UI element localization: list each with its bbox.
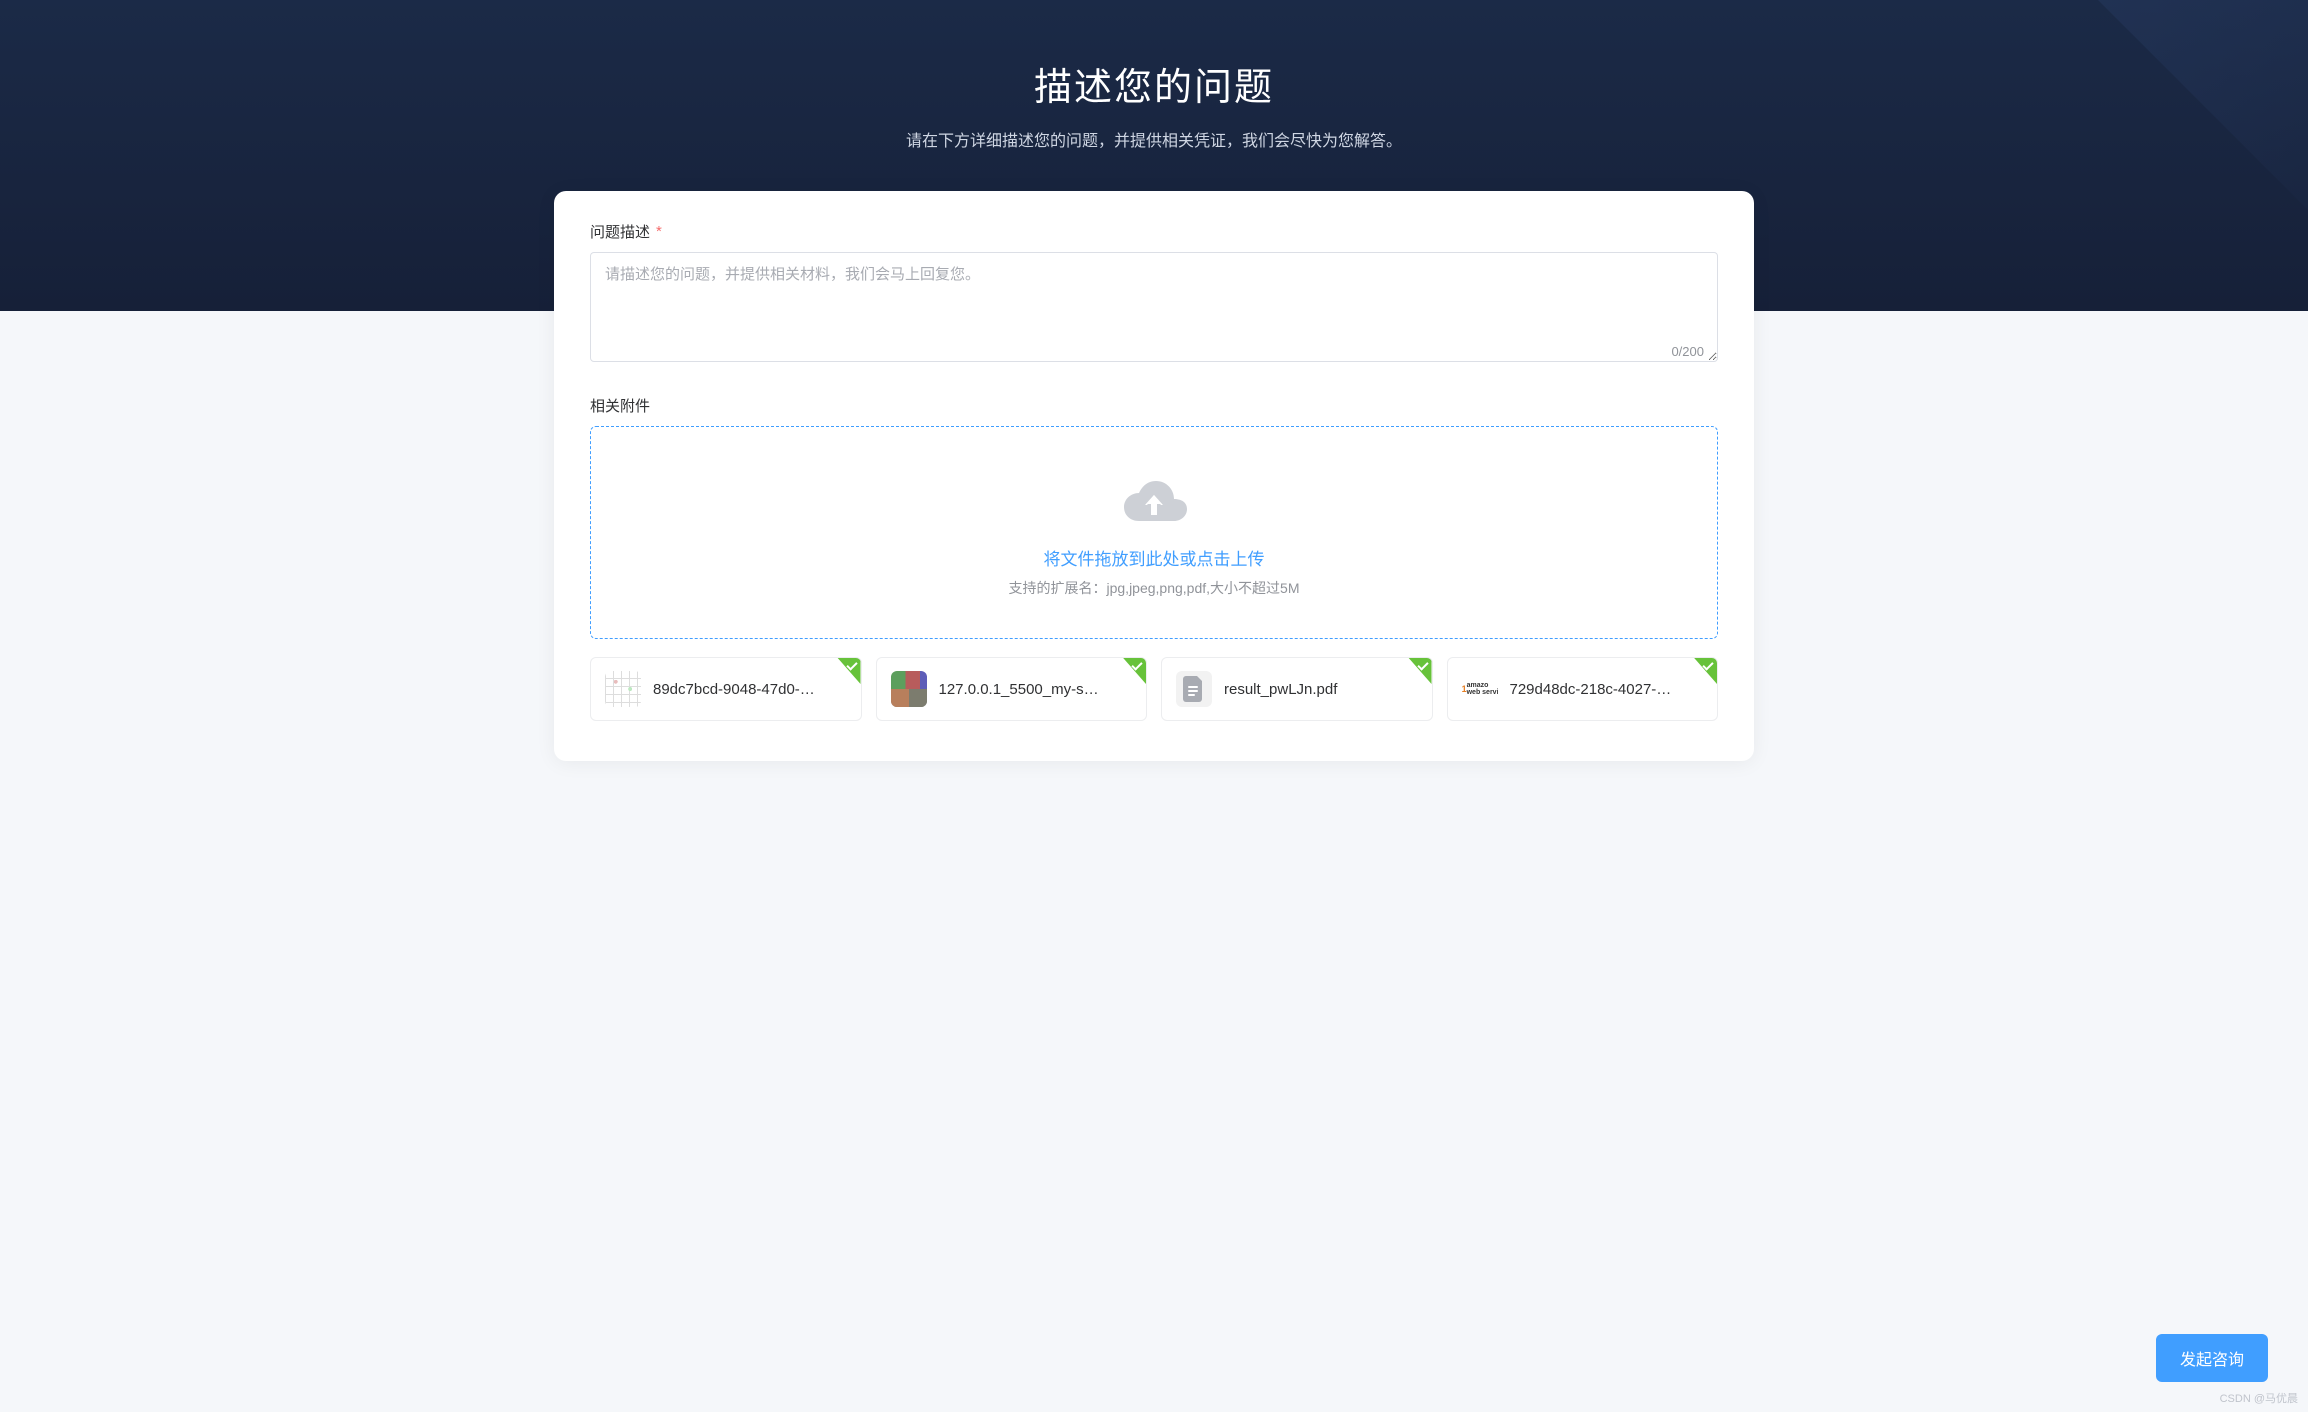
upload-hint-text: 支持的扩展名：jpg,jpeg,png,pdf,大小不超过5M	[611, 578, 1697, 598]
file-name: 729d48dc-218c-4027-…	[1510, 681, 1704, 698]
attachment-label: 相关附件	[590, 395, 1718, 416]
description-textarea[interactable]	[590, 252, 1718, 362]
uploaded-files-grid: 89dc7bcd-9048-47d0-… 127.0.0.1_5500_my-s…	[590, 657, 1718, 721]
submit-button[interactable]: 发起咨询	[2156, 1334, 2268, 1382]
uploaded-file-item[interactable]: 89dc7bcd-9048-47d0-…	[590, 657, 862, 721]
description-label: 问题描述 *	[590, 221, 1718, 242]
cloud-upload-icon	[1119, 477, 1189, 527]
file-thumbnail-icon	[605, 671, 641, 707]
file-thumbnail-icon	[1462, 671, 1498, 707]
file-thumbnail-icon	[891, 671, 927, 707]
uploaded-file-item[interactable]: result_pwLJn.pdf	[1161, 657, 1433, 721]
watermark-text: CSDN @马优晨	[2220, 1390, 2298, 1406]
required-asterisk: *	[656, 223, 662, 240]
file-name: result_pwLJn.pdf	[1224, 681, 1418, 698]
document-icon	[1176, 671, 1212, 707]
attachment-label-text: 相关附件	[590, 395, 650, 416]
upload-dropzone[interactable]: 将文件拖放到此处或点击上传 支持的扩展名：jpg,jpeg,png,pdf,大小…	[590, 426, 1718, 639]
upload-link-text: 将文件拖放到此处或点击上传	[611, 545, 1697, 570]
uploaded-file-item[interactable]: 127.0.0.1_5500_my-s…	[876, 657, 1148, 721]
submit-row: 发起咨询	[2156, 1334, 2268, 1382]
description-field-wrap: 0/200	[590, 252, 1718, 367]
page-subtitle: 请在下方详细描述您的问题，并提供相关凭证，我们会尽快为您解答。	[0, 127, 2308, 151]
file-name: 127.0.0.1_5500_my-s…	[939, 681, 1133, 698]
uploaded-file-item[interactable]: 729d48dc-218c-4027-…	[1447, 657, 1719, 721]
page-title: 描述您的问题	[0, 56, 2308, 111]
form-card: 问题描述 * 0/200 相关附件 将文件拖放到此处或点击上传 支持的扩展名：j…	[554, 191, 1754, 761]
file-name: 89dc7bcd-9048-47d0-…	[653, 681, 847, 698]
description-label-text: 问题描述	[590, 221, 650, 242]
